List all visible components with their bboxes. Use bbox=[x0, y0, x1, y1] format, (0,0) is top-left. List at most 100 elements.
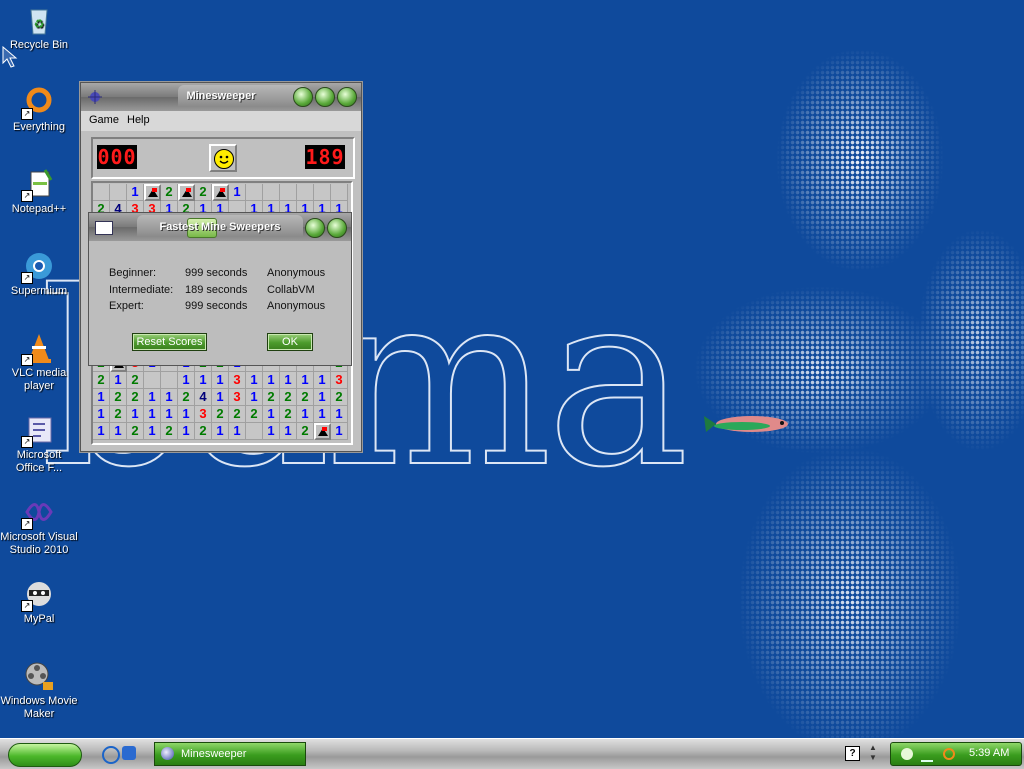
cell-number[interactable]: 2 bbox=[246, 406, 263, 423]
cell-number[interactable]: 1 bbox=[229, 423, 246, 440]
menu-help[interactable]: Help bbox=[127, 114, 150, 126]
cell-number[interactable]: 1 bbox=[263, 423, 280, 440]
reset-scores-button[interactable]: Reset Scores bbox=[132, 333, 207, 351]
cell-number[interactable]: 4 bbox=[195, 389, 212, 406]
cell-empty[interactable] bbox=[280, 184, 297, 201]
cell-number[interactable]: 1 bbox=[212, 423, 229, 440]
dialog-help-button[interactable] bbox=[305, 218, 325, 238]
cell-number[interactable]: 1 bbox=[178, 406, 195, 423]
cell-number[interactable]: 1 bbox=[144, 406, 161, 423]
desktop-icon-notepad-plus-plus[interactable]: ↗ Notepad++ bbox=[0, 168, 78, 216]
cell-number[interactable]: 2 bbox=[127, 372, 144, 389]
cell-empty[interactable] bbox=[161, 372, 178, 389]
minesweeper-titlebar[interactable]: Minesweeper bbox=[81, 83, 361, 111]
help-icon[interactable]: ? bbox=[845, 746, 860, 761]
new-game-button[interactable] bbox=[209, 144, 237, 172]
volume-icon[interactable] bbox=[921, 748, 933, 762]
cell-number[interactable]: 3 bbox=[195, 406, 212, 423]
cell-number[interactable]: 2 bbox=[280, 389, 297, 406]
cell-number[interactable]: 1 bbox=[144, 423, 161, 440]
taskbar-item-minesweeper[interactable]: Minesweeper bbox=[154, 742, 306, 766]
cell-empty[interactable] bbox=[297, 184, 314, 201]
cell-number[interactable]: 1 bbox=[331, 406, 348, 423]
cell-number[interactable]: 1 bbox=[161, 406, 178, 423]
cell-number[interactable]: 1 bbox=[110, 372, 127, 389]
cell-number[interactable]: 2 bbox=[161, 184, 178, 201]
dialog-close-button[interactable] bbox=[327, 218, 347, 238]
cell-number[interactable]: 1 bbox=[229, 184, 246, 201]
cell-empty[interactable] bbox=[93, 184, 110, 201]
close-button[interactable] bbox=[337, 87, 357, 107]
desktop-icon-mypal[interactable]: ↗ MyPal bbox=[0, 578, 78, 626]
cell-number[interactable]: 2 bbox=[110, 389, 127, 406]
cell-number[interactable]: 1 bbox=[144, 389, 161, 406]
cell-number[interactable]: 1 bbox=[127, 184, 144, 201]
cell-number[interactable]: 3 bbox=[331, 372, 348, 389]
cell-number[interactable]: 2 bbox=[297, 389, 314, 406]
cell-number[interactable]: 2 bbox=[178, 389, 195, 406]
minimize-button[interactable] bbox=[293, 87, 313, 107]
cell-number[interactable]: 1 bbox=[246, 372, 263, 389]
cell-number[interactable]: 1 bbox=[110, 423, 127, 440]
cell-number[interactable]: 1 bbox=[93, 389, 110, 406]
dialog-titlebar[interactable]: Fastest Mine Sweepers bbox=[89, 213, 351, 241]
cell-number[interactable]: 2 bbox=[127, 389, 144, 406]
desktop-icon-supermium[interactable]: ↗ Supermium bbox=[0, 250, 78, 298]
everything-tray-icon[interactable] bbox=[943, 748, 955, 760]
cell-number[interactable]: 2 bbox=[195, 423, 212, 440]
cell-number[interactable]: 1 bbox=[178, 423, 195, 440]
cell-number[interactable]: 1 bbox=[280, 423, 297, 440]
menu-game[interactable]: Game bbox=[89, 114, 119, 126]
desktop-icon-everything[interactable]: ↗ Everything bbox=[0, 86, 78, 134]
cell-flag[interactable] bbox=[212, 184, 229, 201]
cell-number[interactable]: 1 bbox=[212, 389, 229, 406]
cell-empty[interactable] bbox=[110, 184, 127, 201]
cell-number[interactable]: 2 bbox=[280, 406, 297, 423]
cell-number[interactable]: 1 bbox=[212, 372, 229, 389]
cell-empty[interactable] bbox=[246, 184, 263, 201]
cell-number[interactable]: 1 bbox=[127, 406, 144, 423]
cell-number[interactable]: 1 bbox=[178, 372, 195, 389]
cell-flag[interactable] bbox=[178, 184, 195, 201]
cell-number[interactable]: 1 bbox=[314, 372, 331, 389]
network-icon[interactable] bbox=[901, 748, 913, 760]
cell-number[interactable]: 2 bbox=[110, 406, 127, 423]
cell-flag[interactable] bbox=[314, 423, 331, 440]
cell-number[interactable]: 2 bbox=[297, 423, 314, 440]
fastest-mine-sweepers-dialog[interactable]: Fastest Mine Sweepers Beginner: 999 seco… bbox=[88, 212, 352, 366]
cell-number[interactable]: 1 bbox=[297, 406, 314, 423]
cell-empty[interactable] bbox=[314, 184, 331, 201]
cell-number[interactable]: 1 bbox=[93, 423, 110, 440]
maximize-button[interactable] bbox=[315, 87, 335, 107]
cell-empty[interactable] bbox=[246, 423, 263, 440]
cell-number[interactable]: 1 bbox=[263, 406, 280, 423]
cell-number[interactable]: 1 bbox=[195, 372, 212, 389]
tray-expand-icon[interactable]: ▲ ▼ bbox=[868, 743, 878, 763]
internet-explorer-icon[interactable] bbox=[102, 746, 120, 764]
cell-number[interactable]: 1 bbox=[314, 406, 331, 423]
cell-number[interactable]: 2 bbox=[263, 389, 280, 406]
cell-number[interactable]: 2 bbox=[229, 406, 246, 423]
cell-number[interactable]: 3 bbox=[229, 372, 246, 389]
cell-number[interactable]: 1 bbox=[263, 372, 280, 389]
cell-number[interactable]: 2 bbox=[195, 184, 212, 201]
start-button[interactable] bbox=[8, 743, 82, 767]
desktop-icon-movie-maker[interactable]: Windows Movie Maker bbox=[0, 660, 78, 721]
browser-quicklaunch-icon[interactable] bbox=[122, 746, 136, 760]
cell-number[interactable]: 1 bbox=[280, 372, 297, 389]
cell-number[interactable]: 2 bbox=[127, 423, 144, 440]
cell-number[interactable]: 1 bbox=[161, 389, 178, 406]
cell-number[interactable]: 2 bbox=[331, 389, 348, 406]
cell-empty[interactable] bbox=[144, 372, 161, 389]
cell-number[interactable]: 2 bbox=[93, 372, 110, 389]
cell-number[interactable]: 3 bbox=[229, 389, 246, 406]
ok-button[interactable]: OK bbox=[267, 333, 313, 351]
cell-number[interactable]: 2 bbox=[161, 423, 178, 440]
cell-number[interactable]: 1 bbox=[93, 406, 110, 423]
cell-number[interactable]: 1 bbox=[246, 389, 263, 406]
desktop-icon-visual-studio[interactable]: ↗ Microsoft Visual Studio 2010 bbox=[0, 496, 78, 557]
desktop-icon-recycle-bin[interactable]: ♻ Recycle Bin bbox=[0, 4, 78, 52]
clock[interactable]: 5:39 AM bbox=[969, 747, 1009, 759]
cell-empty[interactable] bbox=[263, 184, 280, 201]
cell-number[interactable]: 1 bbox=[314, 389, 331, 406]
